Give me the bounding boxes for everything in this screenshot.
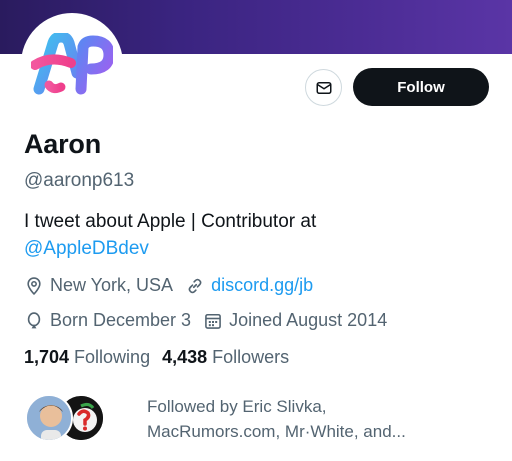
followers-label: Followers [212, 347, 290, 367]
profile-bio: I tweet about Apple | Contributor at @Ap… [24, 208, 494, 262]
followed-by-avatars[interactable] [25, 394, 109, 444]
profile-handle: @aaronp613 [24, 170, 135, 191]
following-count: 1,704 [24, 347, 75, 367]
following-link[interactable]: 1,704 Following [24, 347, 150, 368]
website-link[interactable]: discord.gg/jb [211, 275, 313, 296]
profile-dates-row: Born December 3 Joined August 2014 [24, 310, 399, 331]
balloon-icon [27, 311, 41, 328]
followers-link[interactable]: 4,438 Followers [162, 347, 289, 368]
birthday-item: Born December 3 [24, 310, 191, 331]
followers-count: 4,438 [162, 347, 213, 367]
location-icon [27, 276, 41, 295]
joined-text: Joined August 2014 [229, 310, 388, 330]
profile-name: Aaron [24, 129, 102, 159]
calendar-icon [205, 313, 221, 329]
followed-by-line-1: Followed by Eric Slivka, [147, 397, 327, 416]
followed-by-line-2: MacRumors.com, Mr·White, and... [147, 422, 406, 441]
birthday-text: Born December 3 [50, 310, 192, 330]
avatar [25, 394, 73, 442]
ap-logo-icon [31, 33, 113, 95]
mail-icon [316, 81, 331, 94]
follow-counts: 1,704 Following 4,438 Followers [24, 347, 301, 368]
message-button[interactable] [305, 69, 342, 106]
follow-button[interactable]: Follow [353, 68, 489, 106]
location-item: New York, USA [24, 275, 173, 296]
profile-meta-row: New York, USA discord.gg/jb [24, 275, 325, 296]
bio-text: I tweet about Apple | Contributor at [24, 211, 317, 232]
following-label: Following [74, 347, 151, 367]
link-icon [188, 278, 202, 293]
location-text: New York, USA [50, 275, 174, 295]
website-item[interactable]: discord.gg/jb [185, 275, 313, 296]
joined-item: Joined August 2014 [203, 310, 387, 331]
bio-mention-link[interactable]: @AppleDBdev [24, 235, 494, 262]
profile-avatar[interactable] [21, 13, 123, 115]
followed-by-text[interactable]: Followed by Eric Slivka, MacRumors.com, … [147, 394, 487, 444]
